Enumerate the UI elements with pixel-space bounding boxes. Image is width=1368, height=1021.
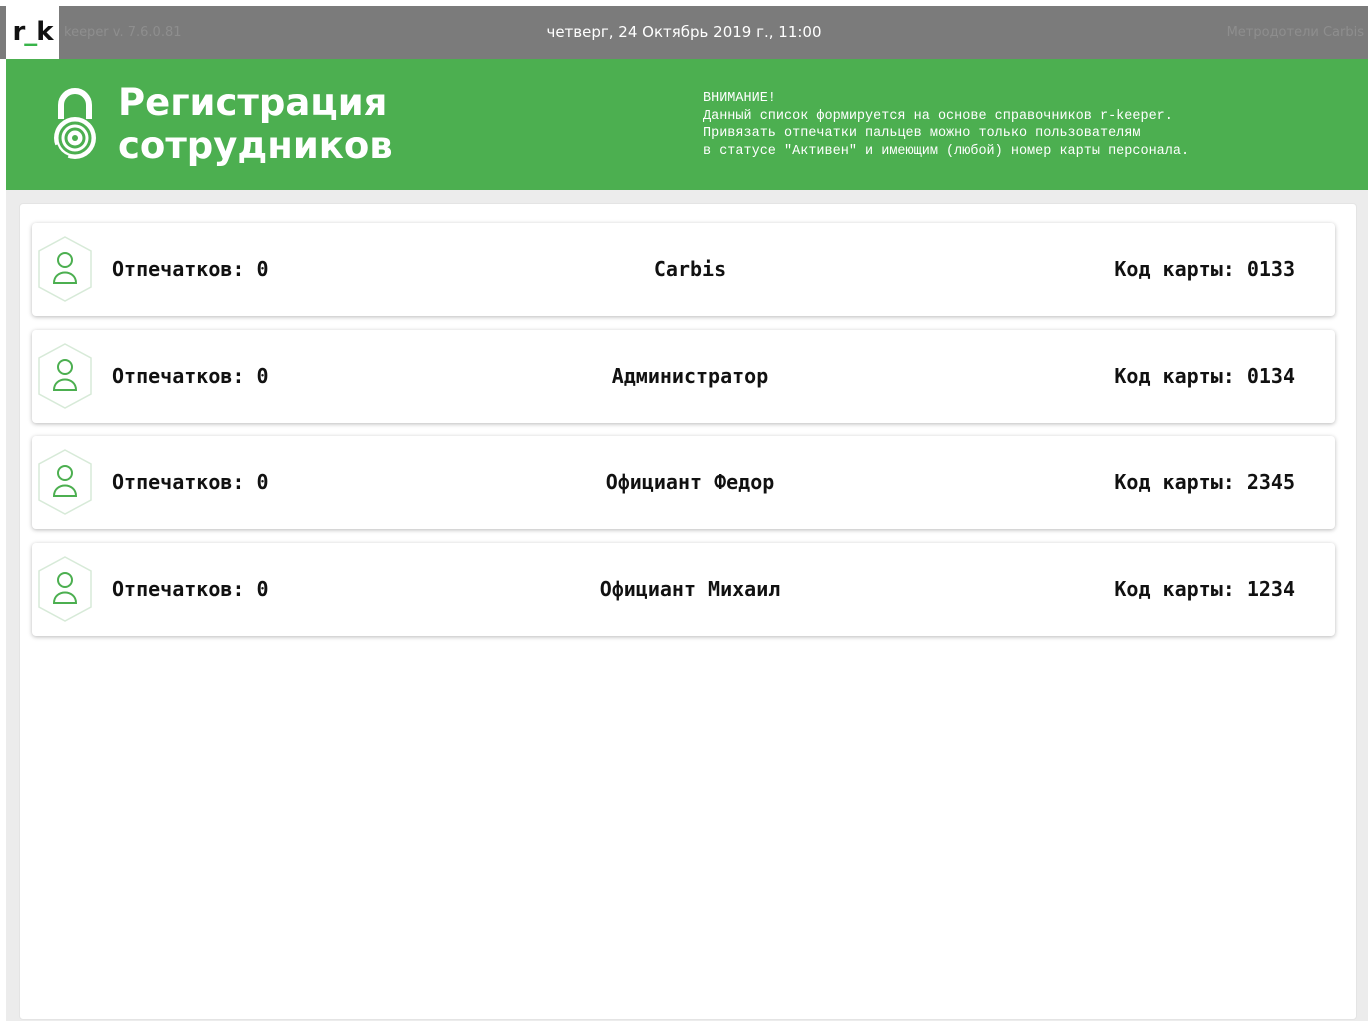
fingerprint-lock-icon xyxy=(54,88,96,159)
employee-row[interactable]: Отпечатков: 0 Администратор Код карты: 0… xyxy=(32,330,1335,423)
page-title-line2: сотрудников xyxy=(118,124,393,167)
page-title-line1: Регистрация xyxy=(118,81,388,124)
company-label: Метродотели Carbis xyxy=(1226,25,1364,40)
employee-row[interactable]: Отпечатков: 0 Официант Федор Код карты: … xyxy=(32,436,1335,529)
employee-row[interactable]: Отпечатков: 0 Carbis Код карты: 0133 xyxy=(32,223,1335,316)
page-header: Регистрация сотрудников ВНИМАНИЕ! Данный… xyxy=(6,59,1368,190)
card-code: Код карты: 1234 xyxy=(1114,577,1295,601)
card-code: Код карты: 2345 xyxy=(1114,470,1295,494)
datetime-label: четверг, 24 Октябрь 2019 г., 11:00 xyxy=(546,23,822,41)
card-code: Код карты: 0133 xyxy=(1114,257,1295,281)
employee-row[interactable]: Отпечатков: 0 Официант Михаил Код карты:… xyxy=(32,543,1335,636)
top-bar: r_k keeper v. 7.6.0.81 четверг, 24 Октяб… xyxy=(0,6,1368,59)
notice-text: ВНИМАНИЕ! Данный список формируется на о… xyxy=(703,91,1190,159)
card-code: Код карты: 0134 xyxy=(1114,364,1295,388)
page-title: Регистрация сотрудников xyxy=(118,81,393,167)
